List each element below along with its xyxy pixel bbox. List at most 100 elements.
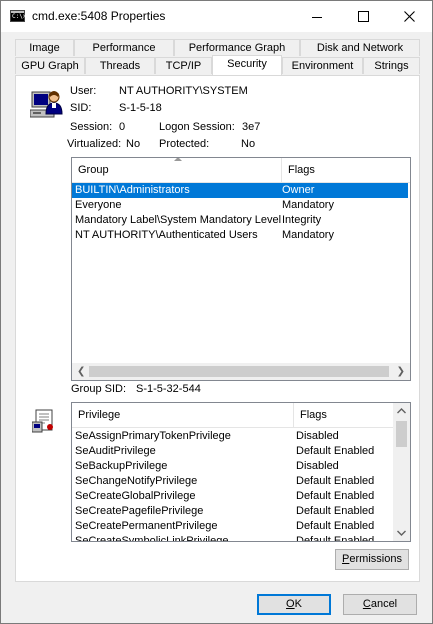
ok-accel: O [286, 598, 295, 610]
table-row[interactable]: SeBackupPrivilege Disabled [72, 459, 394, 474]
protected-value: No [241, 138, 256, 150]
table-row[interactable]: SeChangeNotifyPrivilege Default Enabled [72, 474, 394, 489]
virtualized-label: Virtualized: [67, 138, 122, 150]
cancel-label: ancel [370, 598, 398, 610]
group-name-cell: NT AUTHORITY\Authenticated Users [75, 229, 258, 241]
minimize-icon [312, 16, 322, 18]
table-row[interactable]: NT AUTHORITY\Authenticated Users Mandato… [72, 228, 408, 243]
session-label: Session: [70, 121, 113, 133]
privilege-flags-cell: Default Enabled [296, 490, 375, 502]
privileges-vertical-scrollbar[interactable] [393, 403, 410, 541]
privilege-name-cell: SeChangeNotifyPrivilege [75, 475, 198, 487]
horizontal-scroll-thumb[interactable] [89, 366, 389, 377]
table-row[interactable]: Everyone Mandatory [72, 198, 408, 213]
privileges-list[interactable]: Privilege Flags SeAssignPrimaryTokenPriv… [71, 402, 411, 542]
groups-horizontal-scrollbar[interactable]: ❮ ❯ [72, 363, 410, 380]
window-title: cmd.exe:5408 Properties [32, 9, 166, 23]
sid-value: S-1-5-18 [119, 102, 162, 114]
logon-session-value: 3e7 [242, 121, 261, 133]
privilege-flags-cell: Disabled [296, 430, 339, 442]
privilege-flags-cell: Default Enabled [296, 505, 375, 517]
column-header-privilege[interactable]: Privilege [72, 403, 294, 427]
group-flags-cell: Mandatory [282, 199, 334, 211]
vertical-scroll-thumb[interactable] [396, 421, 407, 447]
scroll-left-icon[interactable]: ❮ [77, 363, 85, 380]
privilege-name-cell: SeAssignPrimaryTokenPrivilege [75, 430, 231, 442]
privilege-name-cell: SeCreatePagefilePrivilege [75, 505, 204, 517]
tab-disk-and-network[interactable]: Disk and Network [300, 39, 420, 56]
table-row[interactable]: BUILTIN\Administrators Owner [72, 183, 408, 198]
console-app-icon: C:\> [10, 10, 27, 22]
session-value: 0 [119, 121, 126, 133]
tab-threads[interactable]: Threads [85, 57, 155, 74]
user-value: NT AUTHORITY\SYSTEM [119, 85, 248, 97]
close-button[interactable] [386, 1, 432, 32]
scroll-down-icon[interactable] [397, 530, 406, 536]
column-header-privilege-label: Privilege [78, 409, 121, 421]
properties-window: C:\> cmd.exe:5408 Properties Image Perfo… [0, 0, 433, 624]
tab-environment[interactable]: Environment [282, 57, 363, 74]
group-name-cell: Mandatory Label\System Mandatory Level [75, 214, 282, 226]
column-header-group-label: Group [78, 164, 109, 176]
privileges-list-header: Privilege Flags [72, 403, 394, 428]
ok-label: K [294, 598, 302, 610]
sort-ascending-icon [174, 158, 182, 161]
ok-button[interactable]: OK [257, 594, 331, 615]
table-row[interactable]: Mandatory Label\System Mandatory Level I… [72, 213, 408, 228]
permissions-label: ermissions [349, 553, 402, 565]
user-label: User: [70, 85, 97, 97]
group-name-cell: BUILTIN\Administrators [75, 184, 190, 196]
privilege-flags-cell: Default Enabled [296, 520, 375, 532]
privilege-name-cell: SeBackupPrivilege [75, 460, 168, 472]
privilege-certificate-icon [32, 409, 53, 433]
cancel-accel: C [362, 598, 371, 610]
tab-security[interactable]: Security [212, 55, 282, 75]
column-header-group[interactable]: Group [72, 158, 282, 182]
group-sid-label: Group SID: [71, 383, 127, 395]
column-header-flags-label: Flags [288, 164, 315, 176]
table-row[interactable]: SeCreateSymbolicLinkPrivilege Default En… [72, 534, 394, 542]
privilege-flags-cell: Default Enabled [296, 535, 375, 542]
column-header-flags[interactable]: Flags [282, 158, 410, 182]
scroll-right-icon[interactable]: ❯ [397, 363, 405, 380]
table-row[interactable]: SeCreatePermanentPrivilege Default Enabl… [72, 519, 394, 534]
privilege-name-cell: SeCreateSymbolicLinkPrivilege [75, 535, 229, 542]
privilege-flags-cell: Disabled [296, 460, 339, 472]
virtualized-value: No [126, 138, 141, 150]
privilege-flags-cell: Default Enabled [296, 445, 375, 457]
privilege-name-cell: SeCreateGlobalPrivilege [75, 490, 196, 502]
title-bar[interactable]: C:\> cmd.exe:5408 Properties [1, 1, 432, 32]
privilege-flags-cell: Default Enabled [296, 475, 375, 487]
privilege-name-cell: SeAuditPrivilege [75, 445, 156, 457]
table-row[interactable]: SeAssignPrimaryTokenPrivilege Disabled [72, 429, 394, 444]
maximize-button[interactable] [340, 1, 386, 32]
scroll-up-icon[interactable] [397, 408, 406, 414]
group-sid-value: S-1-5-32-544 [136, 383, 201, 395]
groups-list[interactable]: Group Flags BUILTIN\Administrators Owner… [71, 157, 411, 381]
close-icon [403, 11, 415, 22]
tab-performance-graph[interactable]: Performance Graph [174, 39, 300, 56]
protected-label: Protected: [159, 138, 210, 150]
tab-strings[interactable]: Strings [363, 57, 420, 74]
table-row[interactable]: SeCreateGlobalPrivilege Default Enabled [72, 489, 394, 504]
tab-tcpip[interactable]: TCP/IP [155, 57, 212, 74]
group-flags-cell: Owner [282, 184, 315, 196]
tab-gpu-graph[interactable]: GPU Graph [15, 57, 85, 74]
maximize-icon [357, 11, 369, 22]
group-flags-cell: Mandatory [282, 229, 334, 241]
app-icon-text: C:\> [12, 13, 27, 20]
group-flags-cell: Integrity [282, 214, 322, 226]
cancel-button[interactable]: Cancel [343, 594, 417, 615]
table-row[interactable]: SeAuditPrivilege Default Enabled [72, 444, 394, 459]
table-row[interactable]: SeCreatePagefilePrivilege Default Enable… [72, 504, 394, 519]
tab-performance[interactable]: Performance [74, 39, 174, 56]
privilege-name-cell: SeCreatePermanentPrivilege [75, 520, 218, 532]
groups-list-header: Group Flags [72, 158, 410, 183]
tab-image[interactable]: Image [15, 39, 74, 56]
permissions-button[interactable]: Permissions [335, 549, 409, 570]
column-header-priv-flags[interactable]: Flags [294, 403, 394, 427]
logon-session-label: Logon Session: [159, 121, 235, 133]
column-header-priv-flags-label: Flags [300, 409, 327, 421]
minimize-button[interactable] [294, 1, 340, 32]
user-computer-icon [30, 91, 63, 118]
